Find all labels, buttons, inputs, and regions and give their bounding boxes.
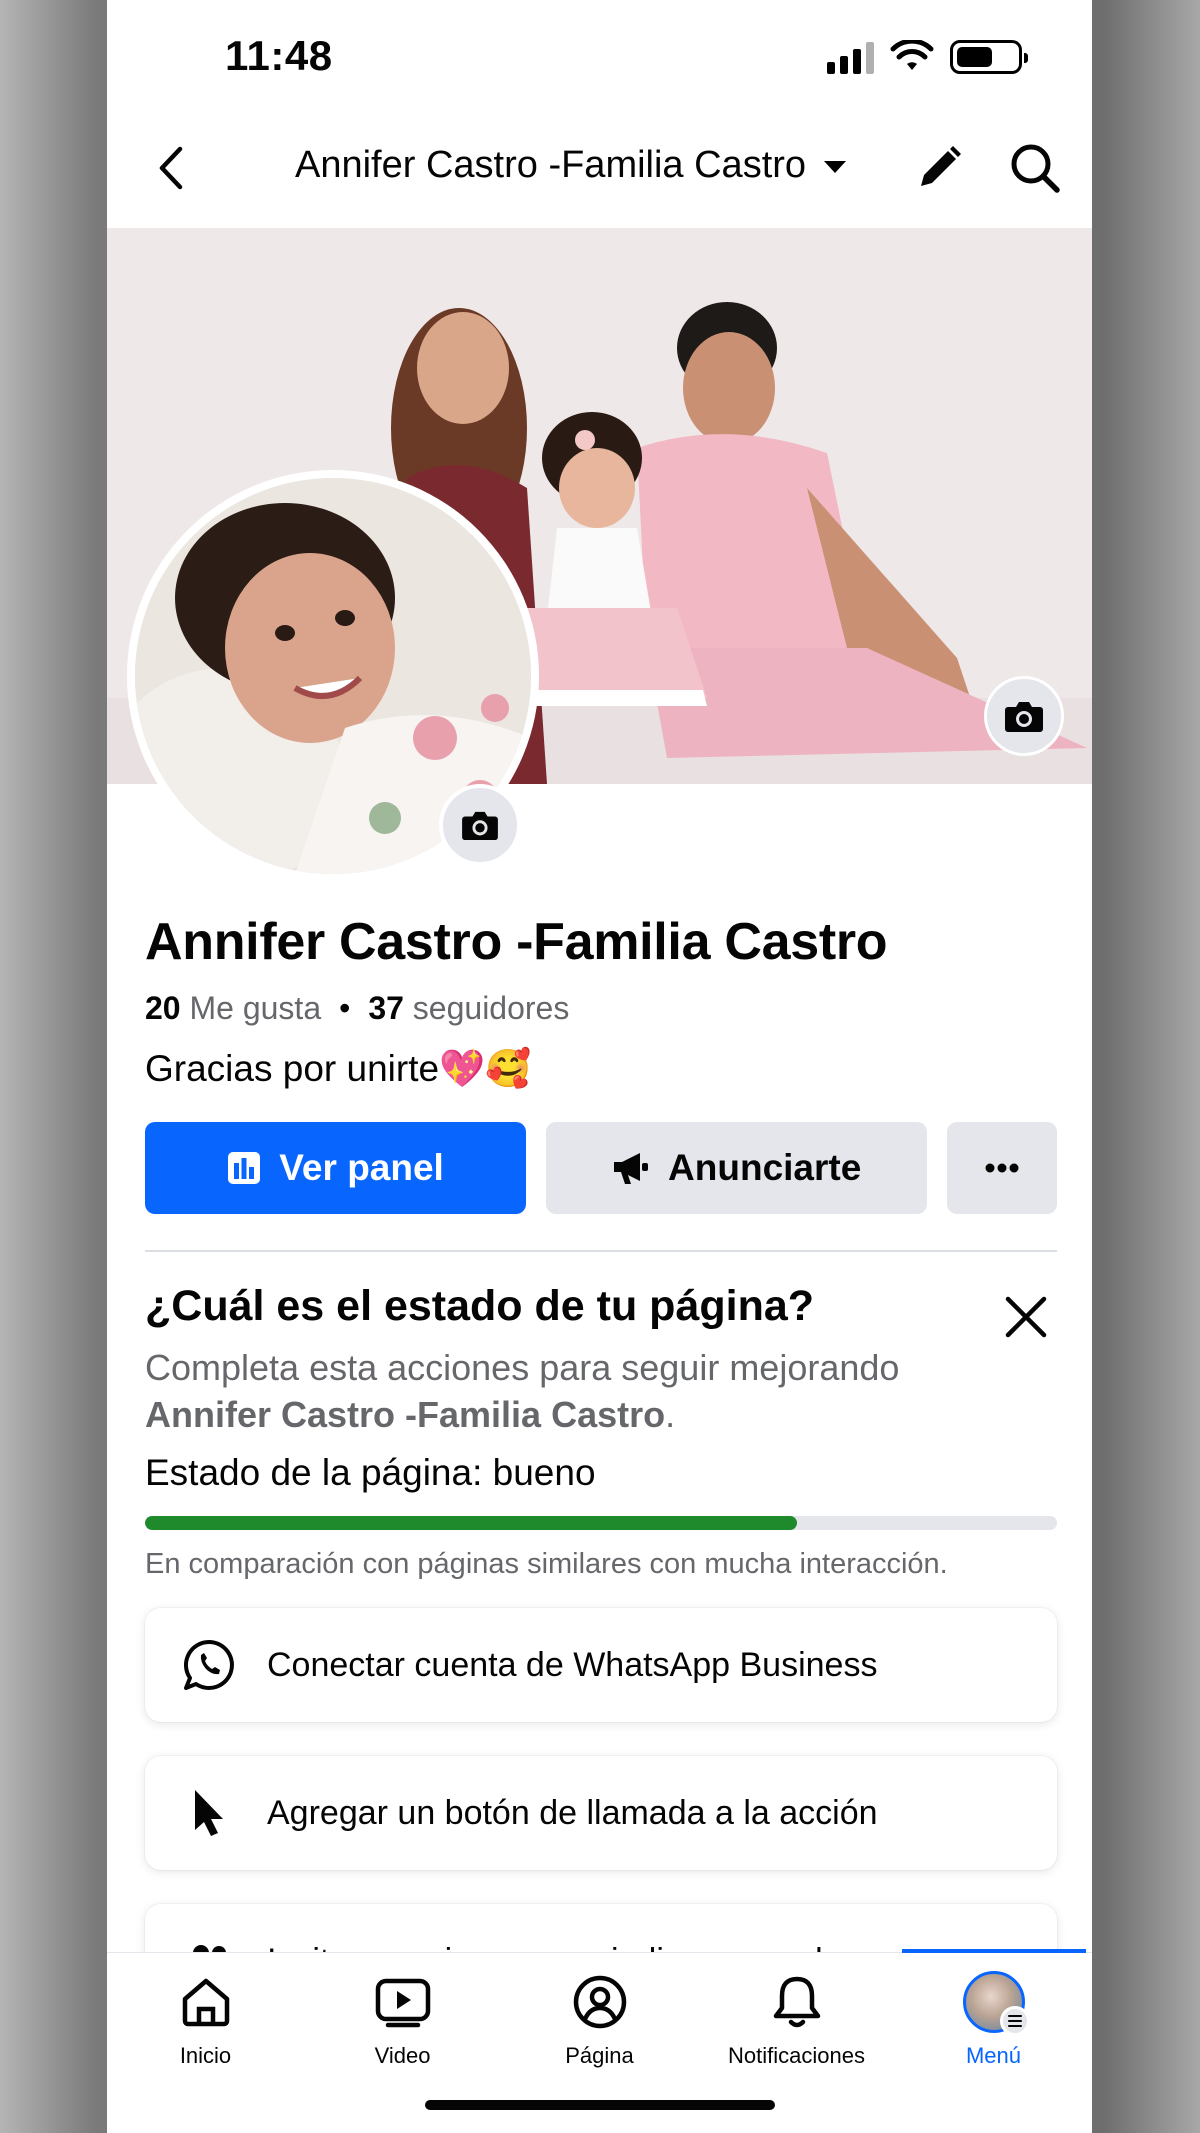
- divider: [145, 1250, 1057, 1252]
- ellipsis-icon: [985, 1163, 1019, 1173]
- tab-page[interactable]: Página: [501, 1971, 698, 2069]
- page-status-label: Estado de la página:: [145, 1452, 483, 1493]
- tab-label: Video: [374, 2043, 431, 2068]
- dashboard-icon: [228, 1152, 261, 1184]
- health-title: ¿Cuál es el estado de tu página?: [145, 1282, 815, 1330]
- advertise-button[interactable]: Anunciarte: [546, 1122, 928, 1214]
- page-profile-icon: [569, 1971, 631, 2033]
- nav-title: Annifer Castro -Familia Castro: [295, 144, 807, 186]
- action-buttons: Ver panel Anunciarte: [145, 1122, 1057, 1214]
- task-card-whatsapp[interactable]: Conectar cuenta de WhatsApp Business: [145, 1608, 1057, 1722]
- signal-icon: [827, 40, 874, 74]
- tab-menu[interactable]: Menú: [895, 1971, 1092, 2069]
- tab-label: Página: [565, 2043, 634, 2068]
- view-dashboard-label: Ver panel: [279, 1147, 444, 1188]
- status-time: 11:48: [225, 32, 333, 79]
- tab-label: Inicio: [179, 2043, 232, 2068]
- status-icons: [827, 40, 1028, 74]
- status-bar: 11:48: [107, 0, 1092, 118]
- health-description-text: Completa esta acciones para seguir mejor…: [145, 1347, 900, 1388]
- megaphone-icon: [614, 1153, 649, 1184]
- caret-down-icon: [824, 160, 847, 173]
- hamburger-icon: [999, 2006, 1030, 2036]
- followers-count: 37: [368, 990, 404, 1026]
- tab-label: Notificaciones: [728, 2043, 865, 2068]
- menu-avatar: [962, 1971, 1030, 2036]
- page-status: Estado de la página: bueno: [145, 1452, 596, 1494]
- menu-avatar-icon: [962, 1971, 1030, 2036]
- tab-home[interactable]: Inicio: [107, 1971, 304, 2069]
- task-label: Conectar cuenta de WhatsApp Business: [267, 1645, 878, 1684]
- phone-screen: 11:48 Annifer Castro -Familia Castro Ann…: [107, 0, 1092, 2133]
- wifi-icon: [890, 40, 934, 70]
- search-button[interactable]: [1005, 138, 1065, 198]
- likes-count: 20: [145, 990, 181, 1026]
- pencil-icon: [921, 146, 961, 186]
- page-switcher[interactable]: Annifer Castro -Familia Castro: [295, 144, 847, 187]
- cursor-icon: [181, 1785, 237, 1841]
- bell-icon: [766, 1971, 828, 2033]
- cover-camera-button[interactable]: [984, 676, 1064, 756]
- home-indicator: [425, 2100, 775, 2110]
- nav-header: Annifer Castro -Familia Castro: [107, 118, 1092, 228]
- tab-video[interactable]: Video: [304, 1971, 501, 2069]
- profile-camera-button[interactable]: [439, 784, 521, 866]
- home-icon: [175, 1971, 237, 2033]
- edit-button[interactable]: [909, 138, 969, 198]
- video-icon: [372, 1971, 434, 2033]
- whatsapp-icon: [181, 1637, 237, 1693]
- advertise-label: Anunciarte: [668, 1147, 862, 1188]
- task-card-cta-button[interactable]: Agregar un botón de llamada a la acción: [145, 1756, 1057, 1870]
- likes-label: Me gusta: [189, 990, 322, 1026]
- close-icon: [1005, 1296, 1047, 1338]
- task-label: Agregar un botón de llamada a la acción: [267, 1793, 878, 1832]
- battery-icon: [950, 40, 1028, 74]
- health-description-end: .: [665, 1394, 676, 1435]
- more-options-button[interactable]: [947, 1122, 1057, 1214]
- comparison-note: En comparación con páginas similares con…: [145, 1548, 948, 1580]
- back-button[interactable]: [143, 140, 199, 196]
- camera-icon: [462, 811, 498, 841]
- view-dashboard-button[interactable]: Ver panel: [145, 1122, 527, 1214]
- chevron-left-icon: [159, 146, 183, 190]
- tab-notifications[interactable]: Notificaciones: [698, 1971, 895, 2069]
- tab-label: Menú: [965, 2043, 1022, 2068]
- health-description-page: Annifer Castro -Familia Castro: [145, 1394, 666, 1435]
- health-progress-fill: [145, 1516, 798, 1530]
- health-progress-bar: [145, 1516, 1057, 1530]
- close-health-button[interactable]: [997, 1288, 1055, 1346]
- page-bio: Gracias por unirte💖🥰: [145, 1048, 532, 1089]
- followers-label: seguidores: [412, 990, 570, 1026]
- active-tab-indicator: [902, 1949, 1086, 1953]
- page-name: Annifer Castro -Familia Castro: [145, 913, 888, 971]
- search-icon: [1011, 144, 1060, 193]
- page-status-value: bueno: [492, 1452, 596, 1493]
- health-description: Completa esta acciones para seguir mejor…: [145, 1344, 1025, 1438]
- separator-dot: •: [339, 990, 351, 1026]
- camera-icon: [1005, 702, 1043, 732]
- page-stats: 20 Me gusta • 37 seguidores: [145, 990, 569, 1027]
